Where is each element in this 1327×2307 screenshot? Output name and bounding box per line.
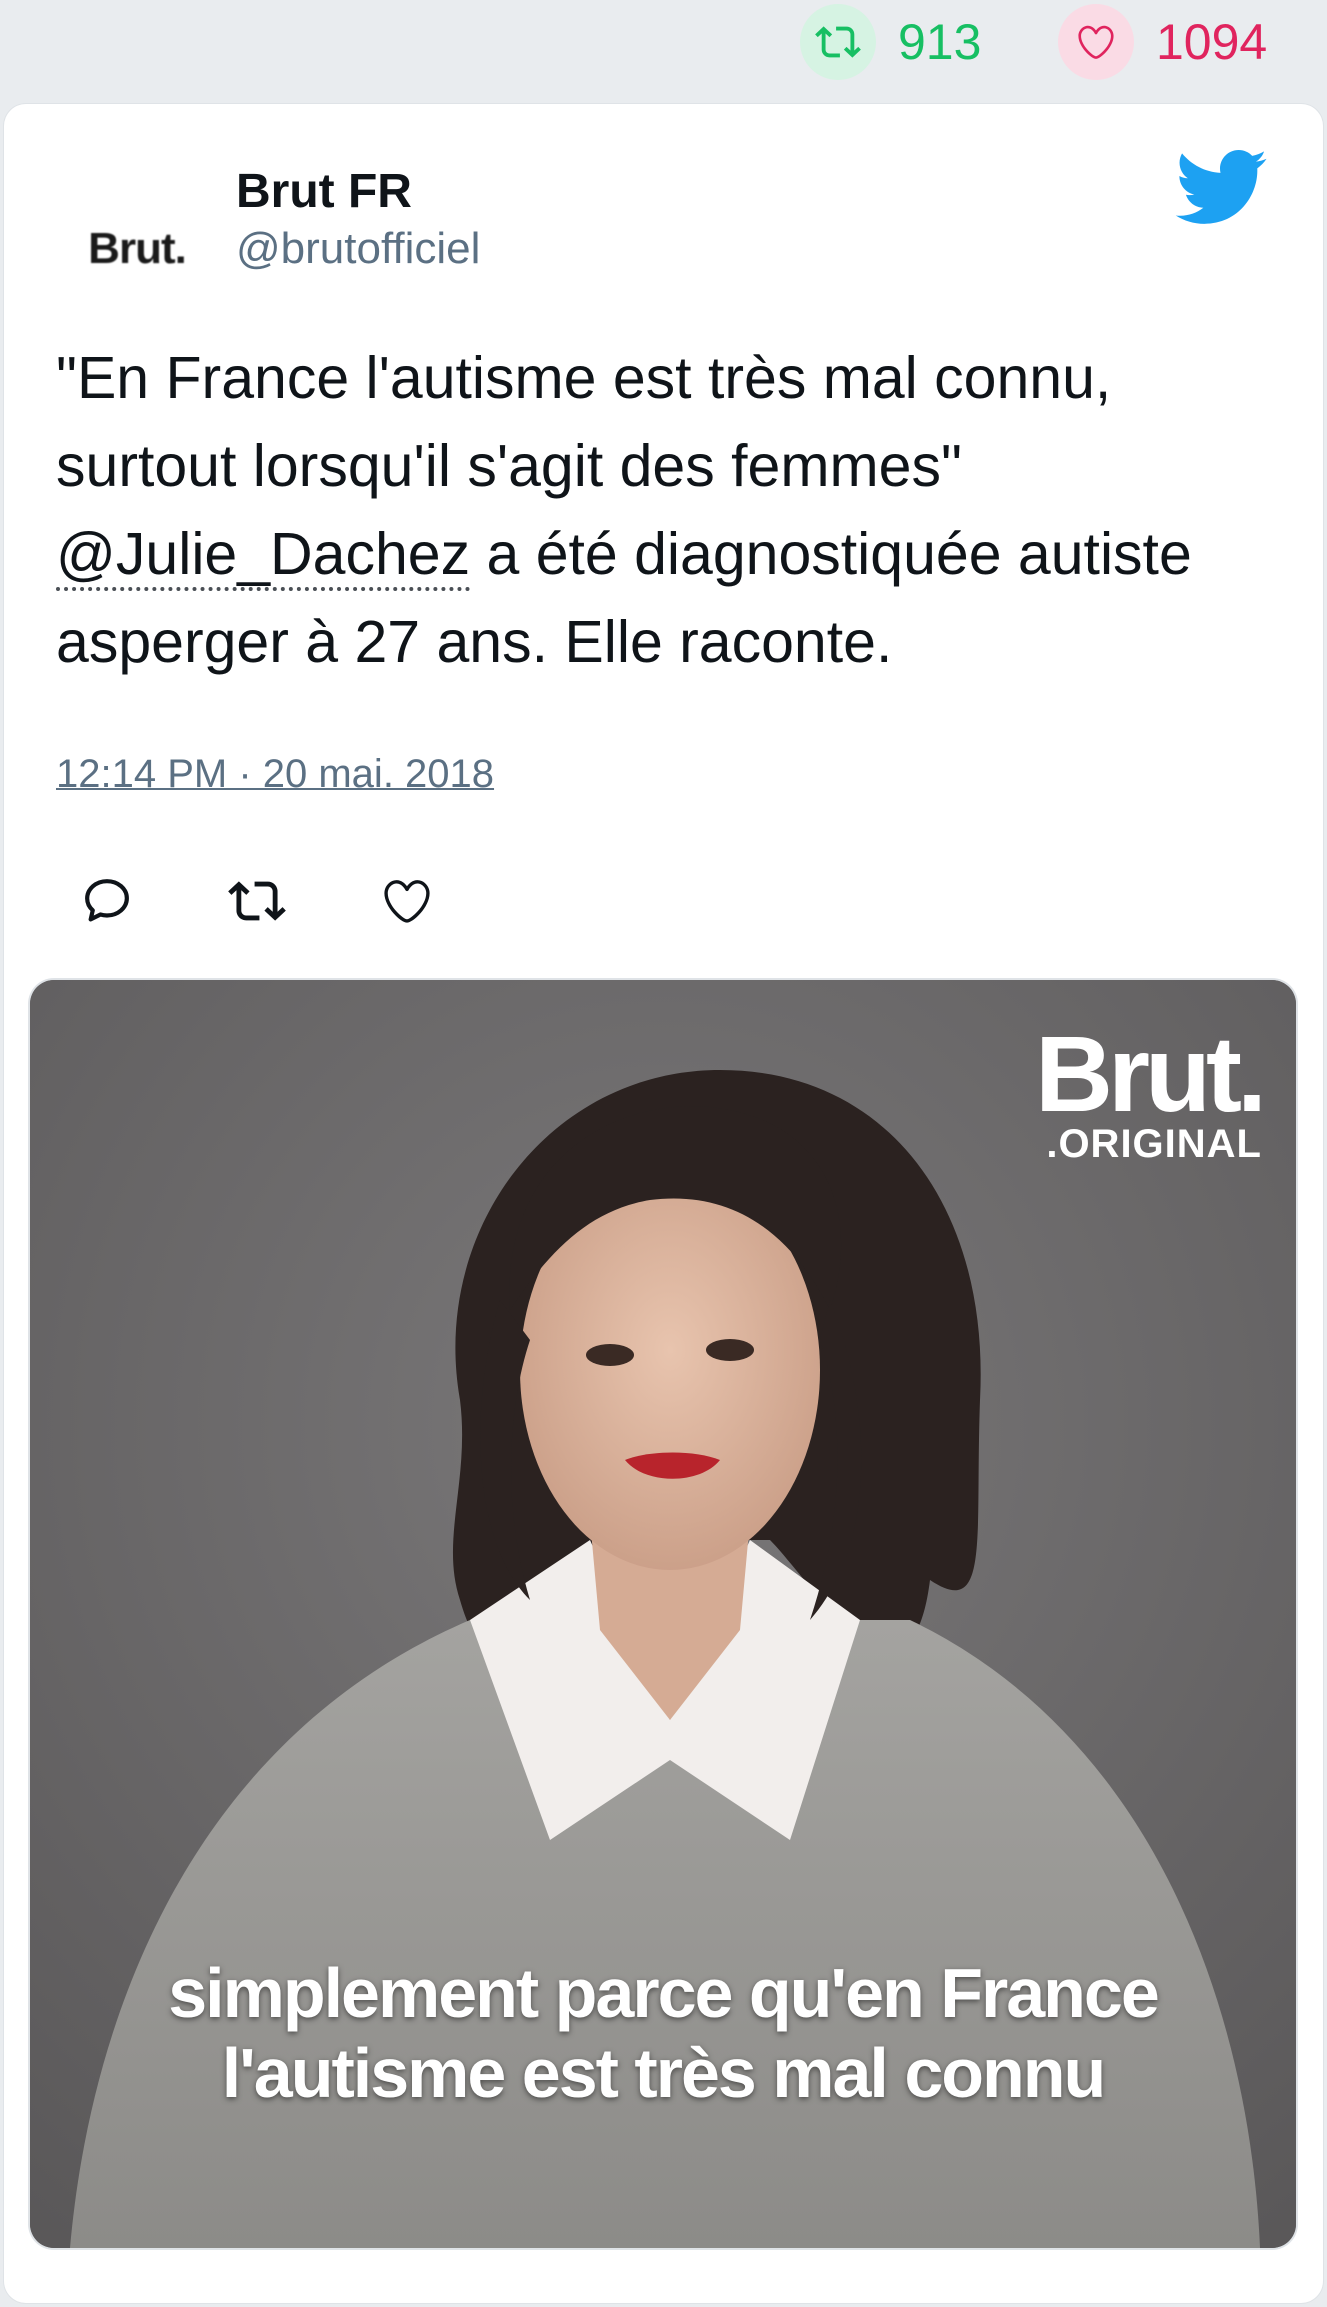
retweet-count-value: 913 bbox=[898, 14, 982, 70]
video-thumbnail[interactable]: Brut. .ORIGINAL simplement parce qu'en F… bbox=[30, 980, 1296, 2248]
brut-logo-main: Brut. bbox=[1035, 1013, 1267, 1134]
engagement-bar: 913 1094 bbox=[0, 0, 1327, 100]
heart-icon bbox=[1058, 4, 1134, 80]
retweet-icon bbox=[228, 881, 286, 921]
retweet-count[interactable]: 913 bbox=[800, 4, 982, 80]
video-caption-line1: simplement parce qu'en France bbox=[168, 1954, 1160, 2032]
avatar-logo-text: Brut. bbox=[88, 224, 187, 273]
video-caption: simplement parce qu'en France l'autisme … bbox=[30, 1953, 1296, 2113]
video-caption-line2: l'autisme est très mal connu bbox=[221, 2034, 1107, 2112]
author-name[interactable]: Brut FR bbox=[236, 164, 412, 219]
like-count[interactable]: 1094 bbox=[1058, 4, 1268, 80]
brut-logo-sub: .ORIGINAL bbox=[1046, 1122, 1262, 1166]
twitter-bird-icon[interactable] bbox=[1172, 146, 1268, 228]
retweet-icon bbox=[800, 4, 876, 80]
avatar[interactable]: Brut. bbox=[62, 174, 212, 324]
tweet-card: Brut. Brut FR @brutofficiel "En France l… bbox=[4, 104, 1323, 2303]
reply-button[interactable] bbox=[72, 866, 142, 936]
heart-icon bbox=[384, 880, 430, 923]
author-handle[interactable]: @brutofficiel bbox=[236, 224, 480, 274]
like-button[interactable] bbox=[372, 866, 442, 936]
tweet-text-part1: "En France l'autisme est très mal connu,… bbox=[56, 345, 1112, 499]
mention-link[interactable]: @Julie_Dachez bbox=[56, 521, 471, 591]
tweet-timestamp[interactable]: 12:14 PM · 20 mai. 2018 bbox=[56, 752, 494, 797]
retweet-button[interactable] bbox=[222, 866, 292, 936]
like-count-value: 1094 bbox=[1156, 14, 1268, 70]
brut-original-logo: Brut. .ORIGINAL bbox=[1035, 1013, 1267, 1166]
tweet-text: "En France l'autisme est très mal connu,… bbox=[56, 334, 1286, 686]
reply-icon bbox=[85, 879, 129, 922]
